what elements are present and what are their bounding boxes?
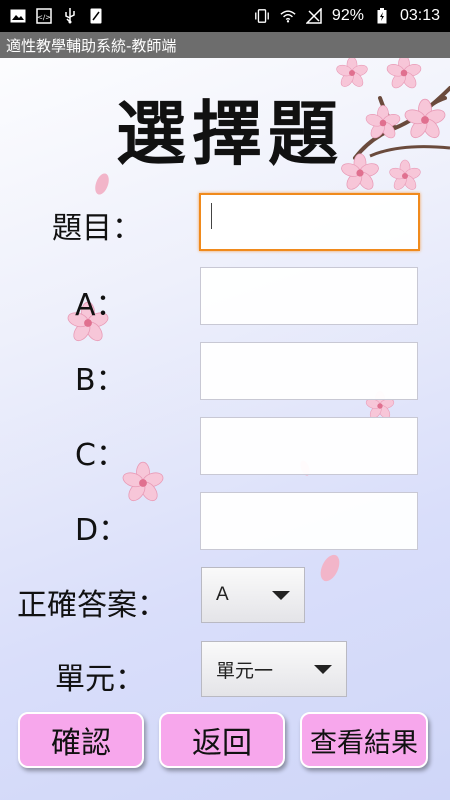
vibrate-icon <box>254 8 270 24</box>
option-d-input[interactable] <box>200 492 418 550</box>
wifi-icon <box>280 8 296 24</box>
app-title: 適性教學輔助系統-教師端 <box>6 36 177 55</box>
battery-icon <box>374 8 390 24</box>
question-input[interactable] <box>199 193 420 251</box>
view-results-button[interactable]: 查看結果 <box>300 712 428 768</box>
question-label: 題目： <box>52 211 142 246</box>
option-d-label: D： <box>75 513 129 548</box>
option-c-input[interactable] <box>200 417 418 475</box>
no-signal-icon <box>305 8 322 24</box>
usb-icon <box>62 8 78 24</box>
image-icon <box>10 8 26 24</box>
option-b-label: B： <box>75 363 126 398</box>
option-b-input[interactable] <box>200 342 418 400</box>
page-title: 選擇題 <box>116 93 344 175</box>
view-results-button-label: 查看結果 <box>310 727 418 759</box>
option-a-input[interactable] <box>200 267 418 325</box>
confirm-button-label: 確認 <box>51 726 111 761</box>
back-button[interactable]: 返回 <box>159 712 285 768</box>
app-title-bar: 適性教學輔助系統-教師端 <box>0 32 450 58</box>
unit-spinner[interactable]: 單元一 <box>201 641 347 697</box>
clock: 03:13 <box>399 7 440 24</box>
unit-label: 單元： <box>55 662 145 697</box>
correct-answer-label: 正確答案： <box>17 588 167 623</box>
dropdown-arrow-icon <box>314 664 332 674</box>
phone-icon <box>88 8 104 24</box>
correct-answer-spinner[interactable]: A <box>201 567 305 623</box>
back-button-label: 返回 <box>192 726 252 761</box>
dropdown-arrow-icon <box>272 590 290 600</box>
confirm-button[interactable]: 確認 <box>18 712 144 768</box>
text-caret <box>211 203 212 229</box>
battery-percent: 92% <box>331 7 364 24</box>
correct-answer-value: A <box>216 584 229 605</box>
code-icon: </> <box>36 8 52 24</box>
option-c-label: C： <box>75 438 126 473</box>
svg-text:</>: </> <box>37 14 51 22</box>
status-bar: </> 92% 03:13 <box>0 0 450 32</box>
option-a-label: A： <box>75 288 126 323</box>
unit-value: 單元一 <box>216 660 274 682</box>
